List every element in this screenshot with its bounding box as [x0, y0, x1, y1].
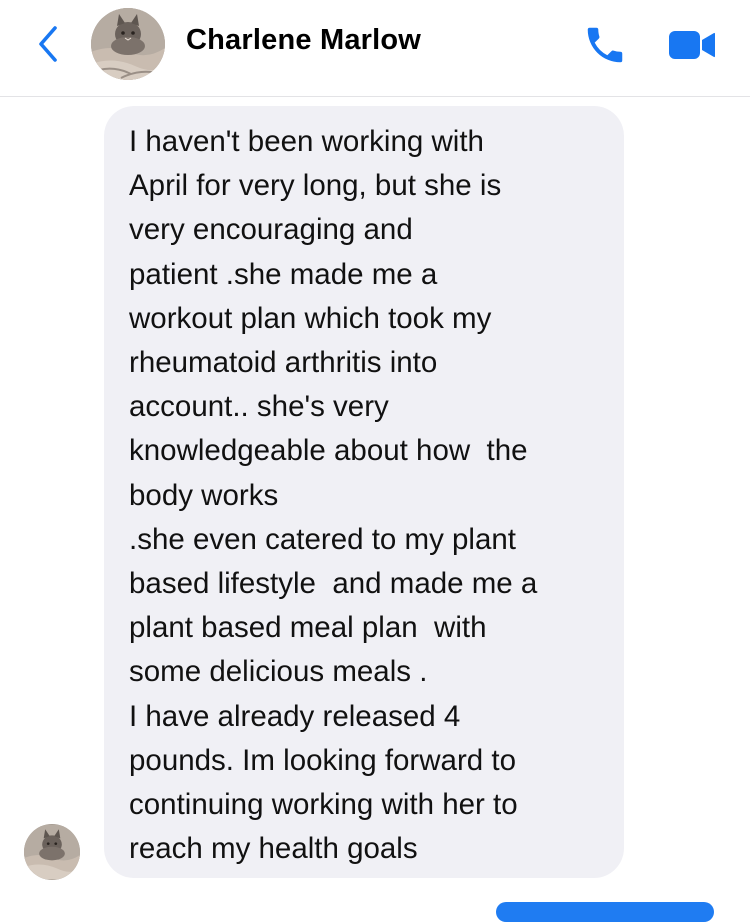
message-bubble[interactable]: I haven't been working with April for ve…: [104, 106, 624, 878]
audio-call-button[interactable]: [580, 20, 630, 70]
message-line: workout plan which took my: [129, 301, 492, 335]
video-camera-icon: [669, 31, 715, 59]
cat-photo-icon: [24, 824, 80, 880]
message-line: I have already released 4: [129, 699, 461, 733]
contact-avatar[interactable]: [91, 8, 165, 80]
message-line: patient .she made me a: [129, 257, 438, 291]
message-line: body works: [129, 478, 279, 512]
outgoing-message-bubble[interactable]: [496, 902, 714, 922]
message-line: April for very long, but she is: [129, 169, 502, 203]
message-line: some delicious meals .: [129, 655, 428, 689]
message-line: rheumatoid arthritis into: [129, 346, 438, 380]
message-line: reach my health goals: [129, 832, 418, 866]
message-line: very encouraging and: [129, 213, 413, 247]
video-call-button[interactable]: [666, 22, 718, 68]
message-line: based lifestyle and made me a: [129, 567, 538, 601]
sender-avatar[interactable]: [24, 824, 80, 880]
message-line: .she even catered to my plant: [129, 522, 517, 556]
cat-photo-icon: [91, 8, 165, 80]
phone-icon: [587, 27, 623, 63]
chat-header: Charlene Marlow: [0, 0, 750, 97]
back-button[interactable]: [28, 22, 68, 66]
message-line: plant based meal plan with: [129, 611, 487, 645]
contact-name[interactable]: Charlene Marlow: [186, 24, 421, 57]
chevron-left-icon: [39, 26, 57, 62]
message-line: pounds. Im looking forward to: [129, 743, 516, 777]
message-line: account.. she's very: [129, 390, 389, 424]
message-line: I haven't been working with: [129, 125, 484, 158]
message-line: continuing working with her to: [129, 788, 518, 822]
message-line: knowledgeable about how the: [129, 434, 528, 468]
